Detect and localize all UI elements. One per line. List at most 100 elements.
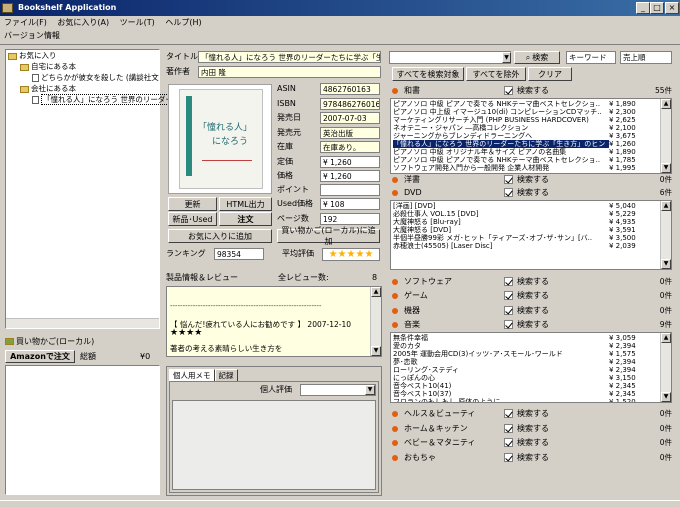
search-checkbox[interactable] — [504, 86, 513, 95]
exclude-all-button[interactable]: すべてを除外 — [466, 67, 526, 81]
version-info-button[interactable]: バージョン情報 — [4, 30, 60, 42]
result-row[interactable]: ソフトウェア開発入門から一般開発 企業人材開発 ¥ 1,995 — [393, 164, 659, 172]
order-button[interactable]: 注文 — [219, 212, 272, 226]
asin-field[interactable]: 4862760163 — [320, 83, 380, 95]
list-scrollbar[interactable]: ▲ ▼ — [660, 201, 671, 269]
scroll-up-icon[interactable]: ▲ — [661, 333, 671, 343]
search-checkbox[interactable] — [504, 438, 513, 447]
pages-field[interactable]: 192 — [320, 213, 380, 225]
search-checkbox[interactable] — [504, 175, 513, 184]
search-checkbox[interactable] — [504, 409, 513, 418]
result-row[interactable]: ローリング･ステディ ¥ 2,394 — [393, 366, 659, 374]
menu-tools[interactable]: ツール(T) — [120, 18, 155, 27]
result-row[interactable]: 音今ベスト10(41) ¥ 2,345 — [393, 382, 659, 390]
tree-item[interactable]: どちらかが彼女を殺した (講談社文 — [41, 73, 159, 82]
tree-hscrollbar[interactable] — [6, 318, 159, 328]
chevron-down-icon[interactable]: ▼ — [365, 385, 375, 395]
search-button[interactable]: ⌕ 検索 — [514, 51, 560, 64]
tree-home-books[interactable]: 自宅にある本 — [31, 62, 76, 71]
scroll-down-icon[interactable]: ▼ — [661, 163, 671, 173]
search-checkbox[interactable] — [504, 306, 513, 315]
isbn-field[interactable]: 9784862760166 — [320, 98, 380, 110]
update-button[interactable]: 更新 — [168, 197, 217, 211]
sort-select[interactable]: 売上順 — [620, 51, 672, 64]
search-checkbox[interactable] — [504, 320, 513, 329]
title-field[interactable]: 「憧れる人」になろう 世界のリーダーたちに学ぶ「生き方」のヒン — [198, 51, 381, 63]
search-checkbox[interactable] — [504, 291, 513, 300]
minimize-button[interactable]: _ — [636, 2, 650, 14]
menu-help[interactable]: ヘルプ(H) — [165, 18, 201, 27]
author-field[interactable]: 内田 隆 — [198, 66, 381, 78]
result-row[interactable]: ピアノソロ 中級 ピアノで奏でる NHKテーマ曲ベストセレクショ.. ¥ 1,89… — [393, 100, 659, 108]
books-result-list[interactable]: ピアノソロ 中級 ピアノで奏でる NHKテーマ曲ベストセレクショ.. ¥ 1,89… — [390, 98, 672, 174]
result-row[interactable]: ピアノソロ 中級 オリジナル年＆サイズ ピアノの名曲集 ¥ 1,890 — [393, 148, 659, 156]
result-row[interactable]: [洋画] [DVD] ¥ 5,040 — [393, 202, 659, 210]
scroll-up-icon[interactable]: ▲ — [661, 201, 671, 211]
result-row[interactable]: 2005年 運動会用CD(3)イッツ･ア･スモール･ワールド ¥ 1,575 — [393, 350, 659, 358]
price-field[interactable]: ¥ 1,260 — [320, 170, 380, 182]
result-count: 0件 — [659, 424, 672, 433]
personal-rating-select[interactable]: ▼ — [300, 384, 376, 396]
result-row[interactable]: 夢･恋歌 ¥ 2,394 — [393, 358, 659, 366]
scroll-down-icon[interactable]: ▼ — [661, 392, 671, 402]
result-row[interactable]: 半個半昼勝99彩 メガ･ヒット「ティアーズ･オブ･ザ･サン」[バ.. ¥ 3,50… — [393, 234, 659, 242]
search-checkbox[interactable] — [504, 277, 513, 286]
used-price-field[interactable]: ¥ 108 — [320, 198, 380, 210]
result-count: 0件 — [659, 409, 672, 418]
tree-office-books[interactable]: 会社にある本 — [31, 84, 76, 93]
list-price-field[interactable]: ¥ 1,260 — [320, 156, 380, 168]
scroll-up-icon[interactable]: ▲ — [371, 287, 381, 297]
list-scrollbar[interactable]: ▲ ▼ — [660, 333, 671, 402]
search-checkbox[interactable] — [504, 424, 513, 433]
tree-root[interactable]: お気に入り — [19, 51, 57, 60]
result-row[interactable]: ピアノソロ 中級 ピアノで奏でる NHKテーマ曲ベストセレクショ.. ¥ 1,78… — [393, 156, 659, 164]
dvds-result-list[interactable]: [洋画] [DVD] ¥ 5,040 必殺仕事人 VOL.15 [DVD] ¥ 5,2… — [390, 200, 672, 270]
result-row[interactable]: 赤穂浪士(45505) [Laser Disc] ¥ 2,039 — [393, 242, 659, 250]
result-row[interactable]: 無条件幸福 ¥ 3,059 — [393, 334, 659, 342]
date-field[interactable]: 2007-07-03 — [320, 112, 380, 124]
add-cart-button[interactable]: 買い物かご(ローカル)に追加 — [277, 226, 380, 246]
amazon-order-button[interactable]: Amazonで注文 — [5, 350, 75, 363]
result-row[interactable]: 音今ベスト10(37) ¥ 2,345 — [393, 390, 659, 398]
result-row[interactable]: マーケティングリサーチ入門 (PHP BUSINESS HARDCOVER) ¥ … — [393, 116, 659, 124]
scroll-up-icon[interactable]: ▲ — [661, 99, 671, 109]
new-used-button[interactable]: 新品･Used — [168, 212, 217, 226]
scroll-down-icon[interactable]: ▼ — [661, 259, 671, 269]
search-checkbox[interactable] — [504, 188, 513, 197]
search-checkbox[interactable] — [504, 453, 513, 462]
html-export-button[interactable]: HTML出力 — [219, 197, 272, 211]
ranking-field[interactable]: 98354 — [214, 248, 264, 260]
result-row[interactable]: ネオテニー・ジャパン ―高橋コレクション ¥ 2,100 — [393, 124, 659, 132]
result-row[interactable]: フロランのもしもし 原体のように ¥ 1,520 — [393, 398, 659, 402]
result-row[interactable]: 「憧れる人」になろう 世界のリーダーたちに学ぶ「生き方」のヒン ¥ 1,260 — [393, 140, 659, 148]
review-panel[interactable]: ----------------------------------------… — [166, 286, 382, 357]
select-all-button[interactable]: すべてを検索対象 — [392, 67, 464, 81]
close-button[interactable]: × — [665, 2, 679, 14]
maximize-button[interactable]: □ — [650, 2, 664, 14]
add-favorite-button[interactable]: お気に入りに追加 — [168, 229, 272, 243]
search-mode-select[interactable]: キーワード — [566, 51, 616, 64]
result-row[interactable]: 必殺仕事人 VOL.15 [DVD] ¥ 5,229 — [393, 210, 659, 218]
publisher-field[interactable]: 英治出版 — [320, 127, 380, 139]
music-result-list[interactable]: 無条件幸福 ¥ 3,059 愛のカタ ¥ 2,394 2005年 運動会用CD(3)イッ… — [390, 332, 672, 403]
result-row[interactable]: 愛のカタ ¥ 2,394 — [393, 342, 659, 350]
stock-field[interactable]: 在庫あり。 — [320, 141, 380, 153]
cart-list[interactable] — [5, 365, 160, 495]
list-scrollbar[interactable]: ▲ ▼ — [660, 99, 671, 173]
point-field[interactable] — [320, 184, 380, 196]
menu-favorites[interactable]: お気に入り(A) — [57, 18, 109, 27]
review-scrollbar[interactable]: ▲ ▼ — [370, 287, 381, 356]
result-row[interactable]: ピアノソロ 中上級 イマージュ10(di) コンピレーションCDマッチ.. ¥ 2… — [393, 108, 659, 116]
favorites-tree[interactable]: お気に入り 自宅にある本 どちらかが彼女を殺した (講談社文 会社にある本 「憧… — [5, 49, 175, 329]
clear-button[interactable]: クリア — [528, 67, 572, 81]
result-row[interactable]: にっぽんの心 ¥ 3,150 — [393, 374, 659, 382]
search-history-chevron-icon[interactable]: ▼ — [502, 52, 511, 63]
menu-file[interactable]: ファイル(F) — [4, 18, 47, 27]
scroll-down-icon[interactable]: ▼ — [371, 346, 381, 356]
search-input[interactable] — [389, 51, 511, 64]
memo-textarea[interactable] — [172, 400, 376, 490]
result-row[interactable]: ジャーニングからブレンディドラーニングへ ¥ 3,675 — [393, 132, 659, 140]
result-row[interactable]: 大魔神怒る [DVD] ¥ 3,591 — [393, 226, 659, 234]
result-row[interactable]: 大魔神怒る [Blu-ray] ¥ 4,935 — [393, 218, 659, 226]
tree-item-selected[interactable]: 「憧れる人」になろう 世界のリーダー — [41, 94, 175, 105]
